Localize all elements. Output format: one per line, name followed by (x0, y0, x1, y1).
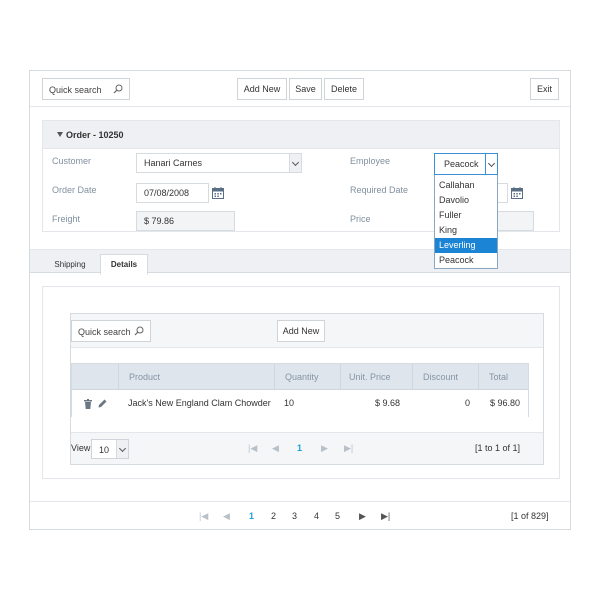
delete-button[interactable]: Delete (324, 78, 364, 100)
calendar-icon[interactable] (212, 187, 224, 199)
price-field[interactable] (496, 211, 534, 231)
current-page-number[interactable]: 1 (297, 443, 302, 453)
cell-total: $ 96.80 (489, 398, 520, 408)
freight-field[interactable]: $ 79.86 (136, 211, 235, 231)
page-summary: [1 of 829] (511, 511, 549, 521)
page-size-value: 10 (99, 445, 110, 455)
dropdown-option[interactable]: Davolio (435, 193, 497, 208)
details-add-new-button[interactable]: Add New (277, 320, 325, 342)
cell-unit-price: $ 9.68 (374, 398, 400, 408)
employee-dropdown-list: Callahan Davolio Fuller King Leverling P… (434, 174, 498, 269)
customer-select[interactable]: Hanari Carnes (136, 153, 302, 173)
order-date-field[interactable]: 07/08/2008 (136, 183, 209, 203)
search-icon[interactable] (134, 326, 144, 336)
main-pager: |◀ ◀ 1 2 3 4 5 ▶ ▶| [1 of 829] (30, 501, 570, 530)
column-header-total[interactable]: Total (478, 364, 528, 390)
last-page-icon[interactable]: ▶| (381, 511, 390, 522)
collapse-triangle-icon[interactable] (57, 132, 63, 137)
order-title: Order - 10250 (66, 130, 124, 140)
dropdown-option[interactable]: King (435, 223, 497, 238)
dropdown-option[interactable]: Callahan (435, 178, 497, 193)
column-header-actions (72, 364, 118, 390)
first-page-icon[interactable]: |◀ (248, 443, 257, 454)
add-new-button[interactable]: Add New (237, 78, 287, 100)
order-panel-header[interactable]: Order - 10250 (43, 121, 559, 149)
page-number-3[interactable]: 3 (292, 511, 297, 521)
last-page-icon[interactable]: ▶| (344, 443, 353, 454)
details-search-box[interactable] (71, 320, 151, 342)
dropdown-option[interactable]: Fuller (435, 208, 497, 223)
employee-label: Employee (350, 156, 391, 166)
customer-label: Customer (52, 156, 92, 166)
required-date-label: Required Date (350, 185, 409, 195)
price-label: Price (350, 214, 371, 224)
order-date-value: 07/08/2008 (144, 188, 190, 198)
order-date-label: Order Date (52, 185, 97, 195)
prev-page-icon[interactable]: ◀ (272, 443, 279, 454)
customer-value: Hanari Carnes (144, 158, 203, 168)
search-icon[interactable] (113, 84, 123, 94)
dropdown-option[interactable]: Peacock (435, 253, 497, 268)
calendar-icon[interactable] (511, 187, 523, 199)
freight-label: Freight (52, 214, 81, 224)
page-number-4[interactable]: 4 (314, 511, 319, 521)
order-editor-window: Add New Save Delete Exit Order - 10250 C… (29, 70, 571, 530)
pencil-icon[interactable] (98, 399, 107, 408)
grid-header: Product Quantity Unit. Price Discount To… (72, 364, 528, 390)
chevron-down-icon[interactable] (485, 154, 497, 174)
page-number-2[interactable]: 2 (271, 511, 276, 521)
page-size-select[interactable]: 10 (91, 439, 129, 459)
column-header-discount[interactable]: Discount (412, 364, 478, 390)
cell-product: Jack's New England Clam Chowder (128, 398, 271, 408)
table-row[interactable]: Jack's New England Clam Chowder 10 $ 9.6… (72, 390, 528, 417)
tab-details[interactable]: Details (100, 254, 148, 275)
chevron-down-icon[interactable] (289, 154, 301, 172)
column-header-unit-price[interactable]: Unit. Price (340, 364, 412, 390)
view-label: View (71, 443, 91, 453)
next-page-icon[interactable]: ▶ (321, 443, 328, 454)
cell-quantity: 10 (284, 398, 295, 408)
main-toolbar: Add New Save Delete Exit (30, 71, 570, 107)
column-header-quantity[interactable]: Quantity (274, 364, 340, 390)
dropdown-option-selected[interactable]: Leverling (435, 238, 497, 253)
details-grid: Product Quantity Unit. Price Discount To… (71, 363, 529, 417)
quick-search-box[interactable] (42, 78, 130, 100)
save-button[interactable]: Save (289, 78, 322, 100)
employee-select[interactable]: Peacock (434, 153, 498, 175)
column-header-product[interactable]: Product (118, 364, 274, 390)
tab-shipping[interactable]: Shipping (42, 254, 98, 275)
prev-page-icon[interactable]: ◀ (223, 511, 230, 522)
employee-value: Peacock (444, 159, 479, 169)
page-number-1[interactable]: 1 (249, 511, 254, 521)
freight-value: $ 79.86 (144, 216, 175, 226)
first-page-icon[interactable]: |◀ (199, 511, 208, 522)
details-pager: View 10 |◀ ◀ 1 ▶ ▶| [1 to 1 of 1] (71, 432, 543, 464)
chevron-down-icon[interactable] (116, 440, 128, 458)
next-page-icon[interactable]: ▶ (359, 511, 366, 522)
quick-search-input[interactable] (49, 83, 119, 96)
trash-icon[interactable] (84, 399, 92, 409)
details-range: [1 to 1 of 1] (475, 443, 521, 453)
cell-discount: 0 (464, 398, 470, 408)
order-details-grid-panel: Add New Product Quantity Unit. Price Dis… (70, 313, 544, 465)
page-number-5[interactable]: 5 (335, 511, 340, 521)
exit-button[interactable]: Exit (530, 78, 559, 100)
details-toolbar: Add New (71, 314, 543, 348)
